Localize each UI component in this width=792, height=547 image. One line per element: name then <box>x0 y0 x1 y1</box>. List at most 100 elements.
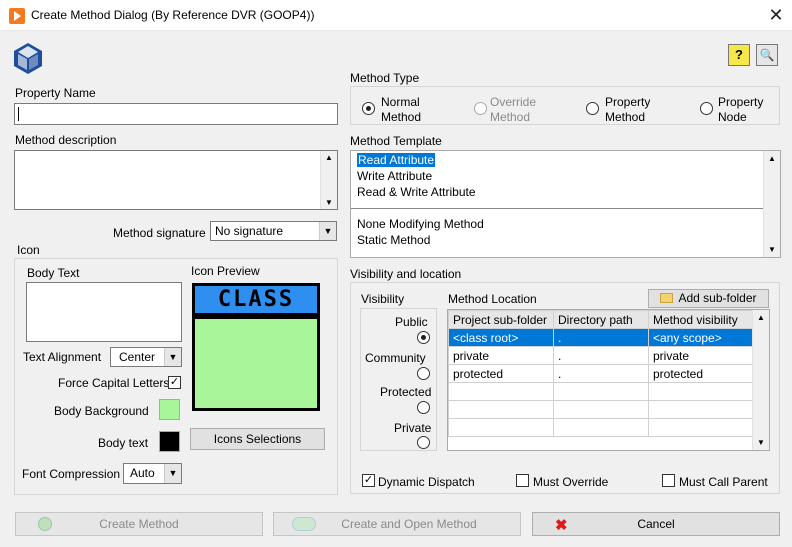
template-item-static-method[interactable]: Static Method <box>357 233 430 247</box>
method-location-table: Project sub-folder Directory path Method… <box>448 310 753 437</box>
create-method-label: Create Method <box>99 517 179 531</box>
visibility-protected-label: Protected <box>380 385 432 399</box>
radio-normal-method[interactable] <box>362 102 375 115</box>
must-override-checkbox[interactable] <box>516 474 529 487</box>
cancel-button[interactable]: ✖ Cancel <box>532 512 780 536</box>
template-item-read-write-attribute[interactable]: Read & Write Attribute <box>357 185 476 199</box>
font-compression-select[interactable]: Auto ▼ <box>123 463 182 484</box>
body-text-label: Body Text <box>27 266 80 280</box>
goop-logo-icon <box>14 43 42 74</box>
visibility-label: Visibility <box>361 292 405 306</box>
body-background-label: Body Background <box>54 404 149 418</box>
close-icon[interactable]: ✕ <box>764 4 788 26</box>
scroll-up-icon[interactable]: ▲ <box>764 154 780 163</box>
icon-preview-body <box>195 319 317 408</box>
help-icon[interactable]: ? <box>728 44 750 66</box>
template-item-write-attribute[interactable]: Write Attribute <box>357 169 432 183</box>
must-call-parent-checkbox[interactable] <box>662 474 675 487</box>
check-open-icon <box>292 517 316 531</box>
method-signature-label: Method signature <box>113 226 206 240</box>
description-scrollbar[interactable]: ▲ ▼ <box>320 151 337 209</box>
template-item-read-attribute[interactable]: Read Attribute <box>357 153 436 167</box>
folder-add-icon <box>660 293 674 303</box>
table-row <box>448 382 753 401</box>
cell-directory-path: . <box>553 328 649 347</box>
property-node-label: Property Node <box>718 95 764 124</box>
font-compression-label: Font Compression <box>22 467 121 481</box>
method-signature-select[interactable]: No signature ▼ <box>210 221 337 241</box>
template-divider <box>351 208 763 209</box>
cell-directory-path: . <box>553 364 649 383</box>
scroll-down-icon[interactable]: ▼ <box>321 198 337 207</box>
column-header-method-visibility[interactable]: Method visibility <box>648 310 753 329</box>
radio-community[interactable] <box>417 367 430 380</box>
body-text-color-swatch[interactable] <box>159 431 180 452</box>
dynamic-dispatch-label: Dynamic Dispatch <box>378 475 475 489</box>
must-call-parent-label: Must Call Parent <box>679 475 768 489</box>
method-location-table-container: Project sub-folder Directory path Method… <box>447 309 770 451</box>
text-alignment-select[interactable]: Center ▼ <box>110 347 182 367</box>
chevron-down-icon: ▼ <box>164 464 181 483</box>
body-text-color-label: Body text <box>98 436 149 450</box>
radio-property-node[interactable] <box>700 102 713 115</box>
cell-method-visibility: <any scope> <box>648 328 753 347</box>
normal-method-label: Normal Method <box>381 95 422 124</box>
table-row[interactable]: <class root> . <any scope> <box>448 328 753 347</box>
visibility-section-label: Visibility and location <box>350 267 462 281</box>
add-subfolder-label: Add sub-folder <box>678 291 757 305</box>
app-icon <box>9 8 25 24</box>
cell-method-visibility: protected <box>648 364 753 383</box>
table-row[interactable]: private . private <box>448 346 753 365</box>
radio-property-method[interactable] <box>586 102 599 115</box>
template-item-none-modifying-method[interactable]: None Modifying Method <box>357 217 484 231</box>
method-type-label: Method Type <box>350 71 420 85</box>
column-header-directory-path[interactable]: Directory path <box>553 310 649 329</box>
create-and-open-button[interactable]: Create and Open Method <box>273 512 521 536</box>
icon-preview-label: Icon Preview <box>191 264 260 278</box>
property-name-input[interactable] <box>14 103 338 125</box>
cancel-label: Cancel <box>637 517 675 531</box>
dynamic-dispatch-checkbox[interactable]: ✓ <box>362 474 375 487</box>
add-subfolder-button[interactable]: Add sub-folder <box>648 289 769 308</box>
text-caret <box>18 107 19 121</box>
body-background-swatch[interactable] <box>159 399 180 420</box>
font-compression-value: Auto <box>130 466 155 480</box>
force-capital-checkbox[interactable]: ✓ <box>168 376 181 389</box>
scroll-down-icon[interactable]: ▼ <box>753 438 769 447</box>
cell-project-subfolder: <class root> <box>448 328 554 347</box>
body-text-input[interactable] <box>26 282 182 342</box>
radio-private[interactable] <box>417 436 430 449</box>
cell-project-subfolder: private <box>448 346 554 365</box>
column-header-project-subfolder[interactable]: Project sub-folder <box>448 310 554 329</box>
cancel-x-icon: ✖ <box>555 517 568 534</box>
scroll-up-icon[interactable]: ▲ <box>321 153 337 162</box>
create-method-button[interactable]: Create Method <box>15 512 263 536</box>
zoom-icon[interactable]: 🔍 <box>756 44 778 66</box>
radio-protected[interactable] <box>417 401 430 414</box>
table-row[interactable]: protected . protected <box>448 364 753 383</box>
chevron-down-icon: ▼ <box>164 348 181 366</box>
radio-public[interactable] <box>417 331 430 344</box>
location-scrollbar[interactable]: ▲ ▼ <box>752 310 769 450</box>
text-alignment-value: Center <box>119 350 156 364</box>
icon-preview-header: CLASS <box>195 286 317 316</box>
scroll-up-icon[interactable]: ▲ <box>753 313 769 322</box>
template-scrollbar[interactable]: ▲ ▼ <box>763 151 780 257</box>
icons-selections-button[interactable]: Icons Selections <box>190 428 325 450</box>
cell-method-visibility: private <box>648 346 753 365</box>
visibility-public-label: Public <box>395 315 428 329</box>
method-location-label: Method Location <box>448 292 537 306</box>
property-name-label: Property Name <box>15 86 96 100</box>
method-template-label: Method Template <box>350 134 442 148</box>
method-description-input[interactable]: ▲ ▼ <box>14 150 338 210</box>
override-method-label: Override Method <box>490 95 537 124</box>
method-description-label: Method description <box>15 133 117 147</box>
check-circle-icon <box>38 517 52 531</box>
window-title: Create Method Dialog (By Reference DVR (… <box>31 8 315 22</box>
method-template-list[interactable]: Read Attribute Write Attribute Read & Wr… <box>350 150 781 258</box>
table-header-row: Project sub-folder Directory path Method… <box>448 310 753 329</box>
chevron-down-icon: ▼ <box>319 222 336 240</box>
icon-preview: CLASS <box>192 283 320 411</box>
text-alignment-label: Text Alignment <box>23 350 102 364</box>
scroll-down-icon[interactable]: ▼ <box>764 245 780 254</box>
